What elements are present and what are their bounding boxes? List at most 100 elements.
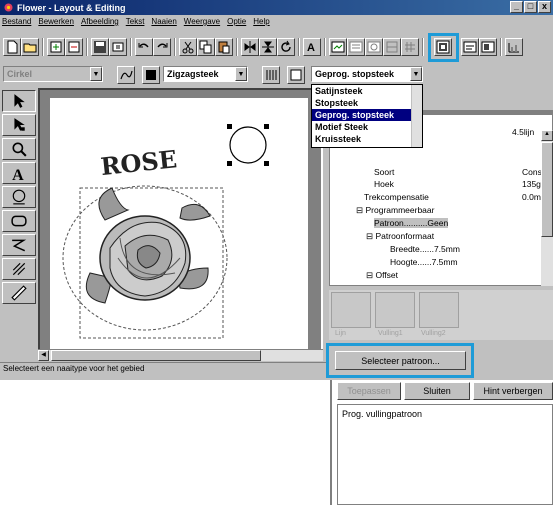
chart-icon[interactable] [505, 38, 523, 56]
tree-hoek[interactable]: Hoek [374, 179, 394, 189]
menu-afbeelding[interactable]: Afbeelding [81, 17, 119, 26]
tree-scroll-thumb[interactable] [541, 142, 553, 237]
region-sew-type-value: Geprog. stopsteek [315, 69, 395, 79]
dropdown-option-kruissteek[interactable]: Kruissteek [312, 133, 422, 145]
line-sew-type-combo[interactable]: Zigzagsteek ▼ [163, 66, 248, 82]
menu-tekst[interactable]: Tekst [126, 17, 145, 26]
dropdown-scrollbar[interactable] [411, 85, 422, 147]
dropdown-option-geprog-stopsteek[interactable]: Geprog. stopsteek [312, 109, 422, 121]
cut-icon[interactable] [179, 38, 197, 56]
flower-app-icon [3, 2, 14, 13]
measure-tool-icon[interactable] [2, 282, 36, 304]
pattern-label-vulling1: Vulling1 [378, 330, 403, 337]
region-sew-type-dropdown[interactable]: Satijnsteek Stopsteek Geprog. stopsteek … [311, 84, 423, 148]
zoom-icon[interactable] [2, 138, 36, 160]
region-color-icon[interactable] [142, 66, 160, 84]
select-arrow-icon[interactable] [2, 90, 36, 112]
select-pattern-button[interactable]: Selecteer patroon... [335, 351, 466, 370]
hoop-icon[interactable] [383, 38, 401, 56]
tree-hoogte[interactable]: Hoogte......7.5mm [390, 257, 458, 267]
design-canvas[interactable]: ROSE [38, 88, 323, 358]
region-fill-icon[interactable] [287, 66, 305, 84]
region-pattern-icon[interactable] [262, 66, 280, 84]
hide-hint-button[interactable]: Hint verbergen [473, 382, 553, 400]
dropdown-option-stopsteek[interactable]: Stopsteek [312, 97, 422, 109]
menu-help[interactable]: Help [253, 17, 269, 26]
scroll-up-icon[interactable]: ▲ [541, 130, 553, 141]
close-button[interactable]: x [538, 1, 551, 13]
stitch-simulator-icon[interactable] [347, 38, 365, 56]
menu-bestand[interactable]: Bestand [2, 17, 31, 26]
open-folder-icon[interactable] [21, 38, 39, 56]
tree-patroonformaat[interactable]: ⊟ Patroonformaat [366, 231, 434, 242]
menu-weergave[interactable]: Weergave [184, 17, 220, 26]
tree-vertical-scrollbar[interactable]: ▲ [541, 130, 553, 286]
stitch-tool-icon[interactable] [2, 258, 36, 280]
preview-icon[interactable] [329, 38, 347, 56]
menu-bar: Bestand Bewerken Afbeelding Tekst Naaien… [0, 15, 553, 28]
tree-programmeerbaar[interactable]: ⊟ Programmeerbaar [356, 205, 434, 216]
undo-icon[interactable] [135, 38, 153, 56]
shape-combo-value: Cirkel [7, 69, 33, 79]
scroll-left-icon[interactable]: ◀ [38, 350, 49, 361]
scroll-thumb[interactable] [51, 350, 261, 361]
rotate-icon[interactable] [277, 38, 295, 56]
pattern-thumb-vulling1[interactable] [375, 292, 415, 328]
chevron-down-icon[interactable]: ▼ [90, 67, 102, 81]
mirror-horizontal-icon[interactable] [241, 38, 259, 56]
canvas-rose-text[interactable]: ROSE [99, 144, 178, 181]
maximize-button[interactable]: □ [524, 1, 537, 13]
tree-offset[interactable]: ⊟ Offset [366, 270, 398, 281]
hint-text-box: Prog. vullingpatroon [337, 404, 553, 505]
tree-breedte[interactable]: Breedte......7.5mm [390, 244, 460, 254]
menu-bewerken[interactable]: Bewerken [38, 17, 74, 26]
line-color-icon[interactable] [117, 66, 135, 84]
region-sew-type-combo[interactable]: Geprog. stopsteek ▼ [311, 66, 423, 82]
tree-patroon[interactable]: Patroon..........Geen [374, 218, 449, 228]
import-icon[interactable] [47, 38, 65, 56]
text-layout-icon[interactable]: A [303, 38, 321, 56]
shape-tool-icon[interactable] [2, 186, 36, 208]
mirror-vertical-icon[interactable] [259, 38, 277, 56]
chevron-down-icon[interactable]: ▼ [235, 67, 247, 81]
tree-width-value: 4.5lijn [512, 127, 535, 137]
save-icon[interactable] [91, 38, 109, 56]
display-mode-icon[interactable] [479, 38, 497, 56]
menu-optie[interactable]: Optie [227, 17, 246, 26]
hint-text: Prog. vullingpatroon [342, 409, 423, 419]
design-property-icon[interactable] [365, 38, 383, 56]
design-page[interactable]: ROSE [50, 98, 308, 350]
horizontal-scrollbar[interactable]: ◀ [38, 349, 323, 361]
pattern-thumb-lijn[interactable] [331, 292, 371, 328]
paste-icon[interactable] [215, 38, 233, 56]
minimize-button[interactable]: _ [510, 1, 523, 13]
redo-icon[interactable] [153, 38, 171, 56]
tree-trekcompensatie[interactable]: Trekcompensatie [364, 192, 429, 202]
menu-naaien[interactable]: Naaien [151, 17, 176, 26]
grid-icon[interactable] [401, 38, 419, 56]
chevron-down-icon[interactable]: ▼ [410, 67, 422, 81]
title-bar: Flower - Layout & Editing _ □ x [0, 0, 553, 15]
new-file-icon[interactable] [3, 38, 21, 56]
dropdown-option-motief-steek[interactable]: Motief Steek [312, 121, 422, 133]
dropdown-option-satijnsteek[interactable]: Satijnsteek [312, 85, 422, 97]
svg-text:A: A [12, 167, 24, 181]
point-edit-icon[interactable] [2, 114, 36, 136]
copy-icon[interactable] [197, 38, 215, 56]
curve-tool-icon[interactable] [2, 234, 36, 256]
tree-programmeerbaar-label: Programmeerbaar [365, 205, 435, 215]
export-icon[interactable] [65, 38, 83, 56]
tree-soort[interactable]: Soort [374, 167, 394, 177]
rectangle-tool-icon[interactable] [2, 210, 36, 232]
text-tool-icon[interactable]: A [2, 162, 36, 184]
sewing-attribute-icon[interactable] [434, 38, 452, 56]
apply-button[interactable]: Toepassen [337, 382, 401, 400]
line-sew-type-value: Zigzagsteek [167, 69, 219, 79]
zoom-window-icon[interactable] [461, 38, 479, 56]
selected-circle[interactable] [229, 126, 267, 164]
close-panel-button[interactable]: Sluiten [404, 382, 470, 400]
pattern-thumb-vulling2[interactable] [419, 292, 459, 328]
rose-embroidery[interactable] [85, 187, 211, 304]
write-card-icon[interactable] [109, 38, 127, 56]
shape-combo[interactable]: Cirkel ▼ [3, 66, 103, 82]
